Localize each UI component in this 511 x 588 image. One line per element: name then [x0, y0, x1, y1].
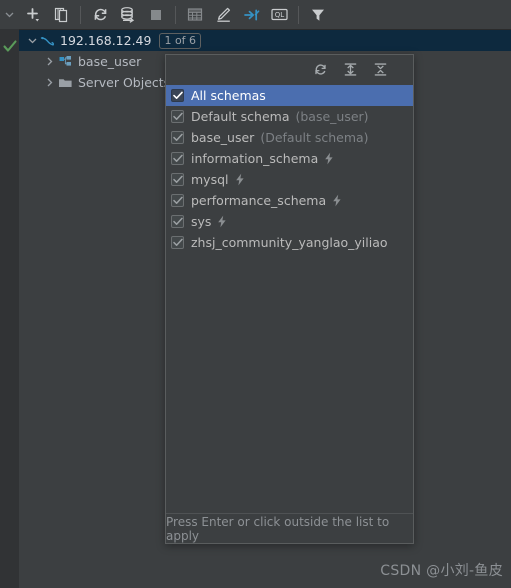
query-console-button[interactable]: QL	[266, 2, 292, 28]
schema-sublabel: (base_user)	[295, 109, 369, 124]
schema-list: All schemas Default schema (base_user) b…	[166, 83, 413, 513]
checkbox-checked-icon[interactable]	[171, 236, 184, 249]
db-sync-icon	[121, 7, 135, 23]
checkbox-checked-icon[interactable]	[171, 173, 184, 186]
watermark-text: CSDN @小刘-鱼皮	[380, 563, 503, 579]
table-grid-icon	[187, 8, 203, 21]
list-item[interactable]: All schemas	[166, 85, 413, 106]
chevron-right-icon[interactable]	[43, 76, 57, 90]
schema-name: base_user	[191, 130, 255, 145]
list-item[interactable]: base_user (Default schema)	[166, 127, 413, 148]
popup-hint: Press Enter or click outside the list to…	[166, 513, 413, 543]
schema-name: zhsj_community_yanglao_yiliao	[191, 235, 388, 250]
ql-console-icon: QL	[270, 8, 288, 21]
collapse-all-button[interactable]	[369, 58, 391, 80]
schema-name: information_schema	[191, 151, 319, 166]
schema-name: mysql	[191, 172, 229, 187]
stop-button[interactable]	[143, 2, 169, 28]
tree-node-label: base_user	[78, 54, 142, 69]
database-toolbar: QL	[19, 0, 511, 30]
schema-name: performance_schema	[191, 193, 327, 208]
schema-name: Default schema	[191, 109, 290, 124]
toolbar-separator-1	[80, 5, 81, 24]
refresh-schemas-button[interactable]	[309, 58, 331, 80]
green-check-icon	[2, 40, 17, 52]
toolbar-separator-2	[175, 5, 176, 24]
schema-name: sys	[191, 214, 212, 229]
collapse-all-icon	[374, 62, 386, 76]
copy-icon	[54, 7, 68, 22]
filter-button[interactable]	[305, 2, 331, 28]
checkbox-checked-icon[interactable]	[171, 215, 184, 228]
schema-icon	[57, 54, 74, 70]
pencil-icon	[216, 7, 230, 22]
refresh-icon	[94, 8, 106, 21]
list-item[interactable]: Default schema (base_user)	[166, 106, 413, 127]
jump-to-icon	[243, 9, 259, 20]
checkbox-checked-icon[interactable]	[171, 152, 184, 165]
checkbox-checked-icon[interactable]	[171, 131, 184, 144]
add-button[interactable]	[20, 2, 46, 28]
folder-icon	[57, 75, 74, 91]
popup-toolbar	[166, 55, 413, 83]
chevron-down-icon	[5, 12, 14, 17]
duplicate-button[interactable]	[48, 2, 74, 28]
plus-with-dropdown-icon	[27, 7, 39, 21]
toolbar-separator-3	[298, 5, 299, 24]
schema-name: All schemas	[191, 88, 266, 103]
data-source-label: 192.168.12.49	[60, 33, 152, 48]
schema-sublabel: (Default schema)	[260, 130, 369, 145]
gutter-collapse-button[interactable]	[0, 0, 19, 29]
tree-node-label: Server Objects	[78, 75, 171, 90]
checkbox-checked-icon[interactable]	[171, 110, 184, 123]
stop-square-icon	[151, 9, 161, 20]
lightning-bolt-icon	[217, 215, 227, 228]
list-item[interactable]: information_schema	[166, 148, 413, 169]
chevron-right-icon[interactable]	[43, 55, 57, 69]
funnel-filter-icon	[312, 9, 324, 21]
tree-node-data-source[interactable]: 192.168.12.49 1 of 6	[19, 30, 511, 51]
data-editor-button[interactable]	[182, 2, 208, 28]
refresh-button[interactable]	[87, 2, 113, 28]
chevron-down-icon[interactable]	[25, 34, 39, 48]
list-item[interactable]: zhsj_community_yanglao_yiliao	[166, 232, 413, 253]
checkbox-checked-icon[interactable]	[171, 194, 184, 207]
connection-status-indicator[interactable]	[0, 36, 19, 57]
modify-button[interactable]	[210, 2, 236, 28]
list-item[interactable]: sys	[166, 211, 413, 232]
list-item[interactable]: mysql	[166, 169, 413, 190]
lightning-bolt-icon	[235, 173, 245, 186]
left-gutter-strip	[0, 0, 19, 588]
svg-text:QL: QL	[274, 11, 284, 19]
schema-count-badge[interactable]: 1 of 6	[159, 32, 202, 49]
expand-all-icon	[344, 62, 356, 76]
refresh-icon	[314, 63, 326, 75]
checkbox-checked-icon[interactable]	[171, 89, 184, 102]
jump-to-button[interactable]	[238, 2, 264, 28]
lightning-bolt-icon	[332, 194, 342, 207]
mysql-dolphin-icon	[39, 33, 56, 49]
list-item[interactable]: performance_schema	[166, 190, 413, 211]
schema-chooser-popup: All schemas Default schema (base_user) b…	[165, 54, 414, 544]
sync-scheme-button[interactable]	[115, 2, 141, 28]
lightning-bolt-icon	[324, 152, 334, 165]
expand-all-button[interactable]	[339, 58, 361, 80]
